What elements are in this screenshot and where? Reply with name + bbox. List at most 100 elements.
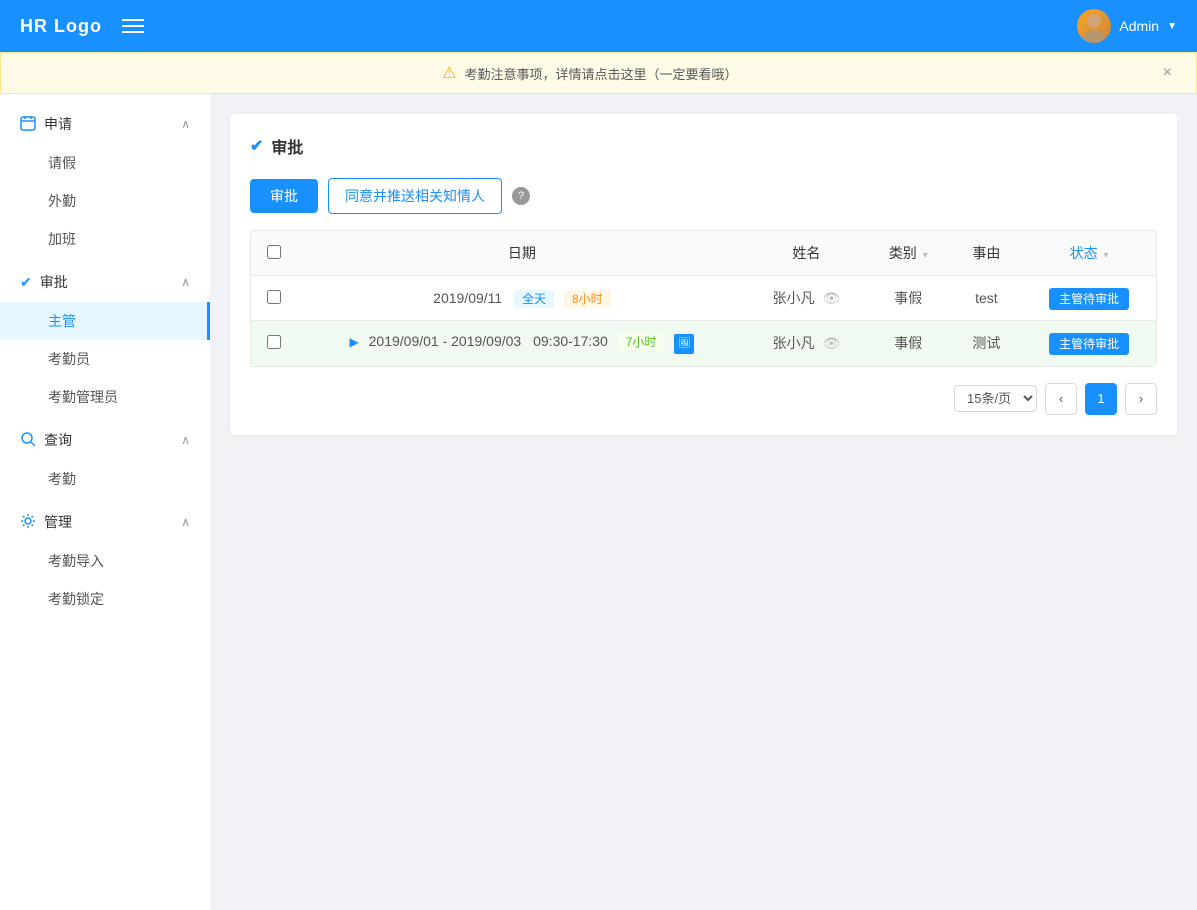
- search-icon: [20, 431, 36, 450]
- row2-hours-tag: 7小时: [618, 333, 665, 351]
- row2-time-range: 09:30-17:30: [533, 333, 608, 349]
- manage-items: 考勤导入 考勤锁定: [0, 542, 210, 618]
- sidebar: 申请 ∧ 请假 外勤 加班 ✔ 审批 ∧ 主管 考勤员 考勤管: [0, 94, 210, 910]
- sidebar-item-lock[interactable]: 考勤锁定: [0, 580, 210, 618]
- table-header-status: 状态 ▾: [1022, 231, 1156, 276]
- table-header-category: 类别 ▾: [866, 231, 951, 276]
- query-items: 考勤: [0, 460, 210, 498]
- gear-icon: [20, 513, 36, 532]
- sidebar-item-attendance-query[interactable]: 考勤: [0, 460, 210, 498]
- notice-close-button[interactable]: ×: [1159, 64, 1176, 82]
- sidebar-item-import[interactable]: 考勤导入: [0, 542, 210, 580]
- select-all-checkbox[interactable]: [267, 245, 281, 259]
- row1-checkbox[interactable]: [267, 290, 281, 304]
- approve-collapse-arrow: ∧: [181, 275, 190, 289]
- row1-date: 2019/09/11 全天 8小时: [297, 276, 747, 321]
- row1-checkbox-cell: [251, 276, 297, 321]
- sidebar-section-approve-header[interactable]: ✔ 审批 ∧: [0, 262, 210, 302]
- row1-status-badge: 主管待审批: [1049, 288, 1129, 310]
- calendar-icon: [20, 115, 36, 134]
- content-card: ✔ 审批 审批 同意并推送相关知情人 ? 日期: [230, 114, 1177, 435]
- table-header-checkbox: [251, 231, 297, 276]
- row2-status: 主管待审批: [1022, 321, 1156, 366]
- row2-date: ▶ 2019/09/01 - 2019/09/03 09:30-17:30 7小…: [297, 321, 747, 366]
- user-menu[interactable]: Admin ▼: [1077, 9, 1177, 43]
- row2-name-text: 张小凡: [772, 333, 814, 353]
- category-sort-icon: ▾: [923, 250, 928, 261]
- row1-date-value: 2019/09/11: [433, 290, 502, 306]
- table-header-name: 姓名: [747, 231, 866, 276]
- row2-category: 事假: [866, 321, 951, 366]
- query-collapse-arrow: ∧: [181, 433, 190, 447]
- page-size-select[interactable]: 15条/页 30条/页 50条/页: [954, 385, 1037, 412]
- row1-eye-icon[interactable]: 👁: [822, 290, 840, 307]
- page-next-button[interactable]: ›: [1125, 383, 1157, 415]
- row2-checkbox-cell: [251, 321, 297, 366]
- sidebar-item-leave[interactable]: 请假: [0, 144, 210, 182]
- apply-items: 请假 外勤 加班: [0, 144, 210, 258]
- main-content: ✔ 审批 审批 同意并推送相关知情人 ? 日期: [210, 94, 1197, 910]
- row1-category: 事假: [866, 276, 951, 321]
- notice-icon: ⚠: [442, 63, 456, 83]
- manage-collapse-arrow: ∧: [181, 515, 190, 529]
- sidebar-item-attendance-clerk[interactable]: 考勤员: [0, 340, 210, 378]
- row2-name-cell: 张小凡 👁: [763, 333, 850, 353]
- row1-allday-tag: 全天: [514, 290, 554, 308]
- logo: HR Logo: [20, 16, 102, 37]
- sidebar-item-attendance-admin[interactable]: 考勤管理员: [0, 378, 210, 416]
- row1-reason: test: [951, 276, 1023, 321]
- check-section-icon: ✔: [20, 274, 32, 291]
- row2-name: 张小凡 👁: [747, 321, 866, 366]
- sidebar-section-apply-header[interactable]: 申请 ∧: [0, 104, 210, 144]
- table-header-date: 日期: [297, 231, 747, 276]
- sidebar-section-query: 查询 ∧ 考勤: [0, 420, 210, 498]
- manage-section-label: 管理: [44, 512, 72, 532]
- query-section-label: 查询: [44, 430, 72, 450]
- sidebar-section-query-header[interactable]: 查询 ∧: [0, 420, 210, 460]
- row2-checkbox[interactable]: [267, 335, 281, 349]
- sidebar-item-manager[interactable]: 主管: [0, 302, 210, 340]
- sidebar-item-overtime[interactable]: 加班: [0, 220, 210, 258]
- row2-status-badge: 主管待审批: [1049, 333, 1129, 355]
- notice-bar: ⚠ 考勤注意事项，详情请点击这里（一定要看哦） ×: [0, 52, 1197, 94]
- notify-button[interactable]: 同意并推送相关知情人: [328, 178, 502, 214]
- notice-content: ⚠ 考勤注意事项，详情请点击这里（一定要看哦）: [21, 63, 1159, 83]
- page-title: ✔ 审批: [250, 134, 1157, 158]
- user-dropdown-arrow: ▼: [1167, 21, 1177, 32]
- title-text: 审批: [271, 134, 303, 158]
- layout: 申请 ∧ 请假 外勤 加班 ✔ 审批 ∧ 主管 考勤员 考勤管: [0, 94, 1197, 910]
- sidebar-section-approve: ✔ 审批 ∧ 主管 考勤员 考勤管理员: [0, 262, 210, 416]
- notice-text: 考勤注意事项，详情请点击这里（一定要看哦）: [464, 64, 737, 83]
- menu-toggle[interactable]: [122, 19, 144, 33]
- row2-expand-arrow[interactable]: ▶: [350, 335, 359, 349]
- apply-section-label: 申请: [44, 114, 72, 134]
- apply-collapse-arrow: ∧: [181, 117, 190, 131]
- row1-status: 主管待审批: [1022, 276, 1156, 321]
- toolbar: 审批 同意并推送相关知情人 ?: [250, 178, 1157, 214]
- title-check-icon: ✔: [250, 136, 263, 156]
- row1-name: 张小凡 👁: [747, 276, 866, 321]
- row1-hours-tag: 8小时: [564, 290, 611, 308]
- row2-eye-icon[interactable]: 👁: [822, 335, 840, 352]
- sidebar-section-manage-header[interactable]: 管理 ∧: [0, 502, 210, 542]
- approve-section-label: 审批: [40, 272, 68, 292]
- sidebar-section-apply: 申请 ∧ 请假 外勤 加班: [0, 104, 210, 258]
- page-1-button[interactable]: 1: [1085, 383, 1117, 415]
- approve-items: 主管 考勤员 考勤管理员: [0, 302, 210, 416]
- row2-date-value: 2019/09/01 - 2019/09/03: [369, 333, 522, 349]
- approval-table: 日期 姓名 类别 ▾ 事由 状态 ▾: [250, 230, 1157, 367]
- user-name: Admin: [1119, 18, 1159, 34]
- sidebar-section-manage: 管理 ∧ 考勤导入 考勤锁定: [0, 502, 210, 618]
- table-header-reason: 事由: [951, 231, 1023, 276]
- page-prev-button[interactable]: ‹: [1045, 383, 1077, 415]
- header: HR Logo Admin ▼: [0, 0, 1197, 52]
- avatar: [1077, 9, 1111, 43]
- help-icon[interactable]: ?: [512, 187, 530, 205]
- approve-button[interactable]: 审批: [250, 179, 318, 213]
- row1-name-cell: 张小凡 👁: [763, 288, 850, 308]
- sidebar-item-outwork[interactable]: 外勤: [0, 182, 210, 220]
- row2-image-icon[interactable]: 🖼: [674, 334, 694, 354]
- status-sort-icon: ▾: [1104, 250, 1109, 261]
- table-row: 2019/09/11 全天 8小时 张小凡 👁 事假: [251, 276, 1156, 321]
- pagination: 15条/页 30条/页 50条/页 ‹ 1 ›: [250, 383, 1157, 415]
